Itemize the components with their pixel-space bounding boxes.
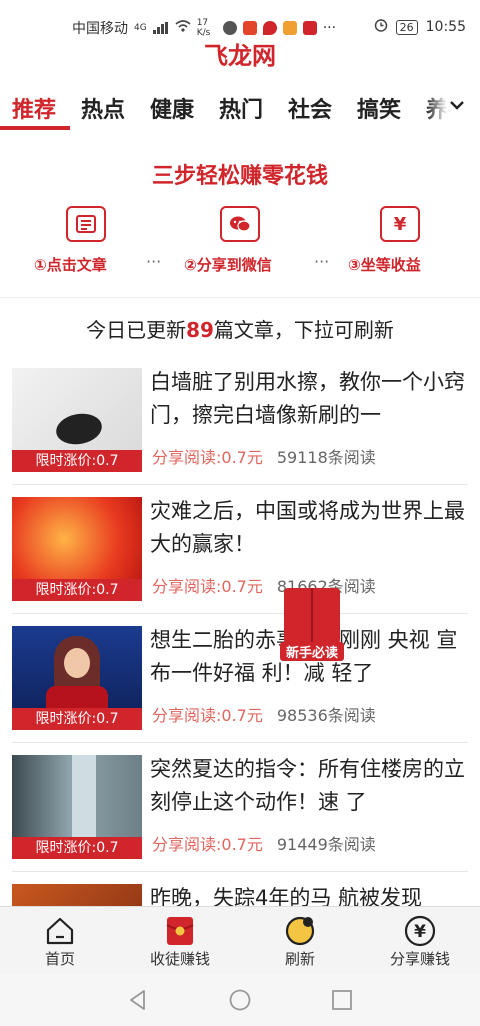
- home-circle-icon[interactable]: [228, 988, 252, 1012]
- bottom-nav: 首页 收徒赚钱 刷新 ¥ 分享赚钱: [0, 906, 480, 974]
- update-notice: 今日已更新89篇文章，下拉可刷新: [0, 314, 480, 343]
- nav-share-earn-label: 分享赚钱: [389, 950, 450, 968]
- price-badge: 限时涨价:0.7: [12, 450, 142, 472]
- red-envelope-icon: [164, 915, 196, 947]
- net-speed: 17 K/s: [196, 18, 211, 38]
- update-suffix: 篇文章，下拉可刷新: [213, 318, 394, 342]
- sponge-shape: [53, 410, 105, 448]
- news-item[interactable]: 限时涨价:0.7 白墙脏了别用水擦，教你一个小窍门，擦完白墙像新刷的一 分享阅读…: [0, 356, 480, 485]
- wifi-icon: [175, 20, 191, 36]
- news-title: 突然夏达的指令：所有住楼房的立刻停止这个动作！速 了: [150, 757, 465, 814]
- promo-title: 三步轻松赚零花钱: [151, 164, 328, 189]
- status-left: 中国移动 4G 17 K/s ···: [72, 18, 336, 38]
- news-item[interactable]: 限时涨价:0.7 突然夏达的指令：所有住楼房的立刻停止这个动作！速 了 分享阅读…: [0, 743, 480, 872]
- svg-text:¥: ¥: [414, 922, 426, 942]
- article-icon: [66, 206, 106, 242]
- news-thumbnail: 限时涨价:0.7: [12, 626, 142, 730]
- price-badge: 限时涨价:0.7: [12, 708, 142, 730]
- earn-steps-banner: 三步轻松赚零花钱 ¥ ①点击文章 ··· ②分享到微信 ··· ③坐等收益: [0, 140, 480, 298]
- yuan-circle-icon: ¥: [404, 915, 436, 947]
- news-thumbnail: 限时涨价:0.7: [12, 368, 142, 472]
- read-count: 98536条阅读: [276, 706, 376, 725]
- newbie-guide-badge[interactable]: 新手必读: [280, 588, 344, 661]
- wechat-icon: [220, 206, 260, 242]
- status-right: 26 10:55: [374, 18, 466, 36]
- battery-icon: 26: [395, 19, 418, 35]
- tab-society[interactable]: 社会: [288, 92, 332, 124]
- news-meta: 分享阅读:0.7元 91449条阅读: [152, 831, 376, 855]
- step-2-label: ②分享到微信: [184, 256, 272, 274]
- read-count: 59118条阅读: [276, 448, 376, 467]
- anchor-face: [64, 648, 90, 678]
- step-3-label: ③坐等收益: [348, 256, 421, 274]
- news-item[interactable]: 限时涨价:0.7 灾难之后，中国或将成为世界上最大的赢家！ 分享阅读:0.7元 8…: [0, 485, 480, 614]
- news-title: 灾难之后，中国或将成为世界上最大的赢家！: [150, 499, 465, 556]
- share-reward: 分享阅读:0.7元: [152, 577, 263, 596]
- clock: 10:55: [425, 19, 466, 35]
- tab-recommend[interactable]: 推荐: [12, 92, 56, 124]
- more-notify-icon: ···: [322, 20, 337, 36]
- carrier-label: 中国移动: [72, 21, 128, 37]
- news-meta: 分享阅读:0.7元 59118条阅读: [152, 444, 376, 468]
- price-badge: 限时涨价:0.7: [12, 579, 142, 601]
- tab-popular[interactable]: 热门: [219, 92, 263, 124]
- wechat-notify-icon: [222, 21, 237, 35]
- step-separator: ···: [146, 252, 162, 271]
- chevron-down-icon[interactable]: [446, 94, 468, 116]
- nav-recruit-label: 收徒赚钱: [149, 950, 210, 968]
- app-notify-icon: [242, 21, 257, 35]
- nav-home-label: 首页: [44, 950, 75, 968]
- read-count: 91449条阅读: [276, 835, 376, 854]
- news-thumbnail: 限时涨价:0.7: [12, 755, 142, 859]
- nav-refresh-label: 刷新: [284, 950, 315, 968]
- news-thumbnail: 限时涨价:0.7: [12, 497, 142, 601]
- system-nav-bar: [0, 974, 480, 1026]
- book-icon: [284, 588, 340, 644]
- share-reward: 分享阅读:0.7元: [152, 448, 263, 467]
- app-title: 飞龙网: [204, 42, 276, 70]
- news-item[interactable]: 限时涨价:0.7 想生二胎的赤事了，刚刚 央视 宣布一件好福 利！减 轻了 分享…: [0, 614, 480, 743]
- news-title: 白墙脏了别用水擦，教你一个小窍门，擦完白墙像新刷的一: [150, 370, 465, 427]
- price-badge: 限时涨价:0.7: [12, 837, 142, 859]
- nav-share-earn[interactable]: ¥ 分享赚钱: [360, 911, 480, 975]
- signal-icon: [152, 22, 169, 34]
- nav-home[interactable]: 首页: [0, 911, 120, 975]
- tab-health[interactable]: 健康: [150, 92, 194, 124]
- network-type: 4G: [134, 23, 147, 33]
- tab-active-indicator: [0, 126, 70, 130]
- share-reward: 分享阅读:0.7元: [152, 706, 263, 725]
- home-icon: [44, 915, 76, 947]
- back-icon[interactable]: [126, 988, 150, 1012]
- recents-icon[interactable]: [330, 988, 354, 1012]
- alarm-icon: [374, 18, 388, 36]
- share-reward: 分享阅读:0.7元: [152, 835, 263, 854]
- tab-hot[interactable]: 热点: [81, 92, 125, 124]
- nav-refresh[interactable]: 刷新: [240, 911, 360, 975]
- refresh-icon: [284, 915, 316, 947]
- news-meta: 分享阅读:0.7元 98536条阅读: [152, 702, 376, 726]
- chart-notify-icon: [302, 21, 317, 35]
- yuan-icon: ¥: [380, 206, 420, 242]
- update-prefix: 今日已更新: [86, 318, 187, 342]
- step-1-label: ①点击文章: [34, 256, 107, 274]
- nav-recruit[interactable]: 收徒赚钱: [120, 911, 240, 975]
- update-count: 89: [186, 318, 214, 342]
- step-separator: ···: [314, 252, 330, 271]
- category-tabs: 推荐 热点 健康 热门 社会 搞笑 养: [0, 82, 480, 132]
- newbie-guide-label: 新手必读: [280, 642, 344, 661]
- weibo-notify-icon: [282, 21, 297, 35]
- location-notify-icon: [262, 21, 277, 35]
- status-bar: 中国移动 4G 17 K/s ··· 26 10:55: [0, 0, 480, 40]
- tab-funny[interactable]: 搞笑: [357, 92, 401, 124]
